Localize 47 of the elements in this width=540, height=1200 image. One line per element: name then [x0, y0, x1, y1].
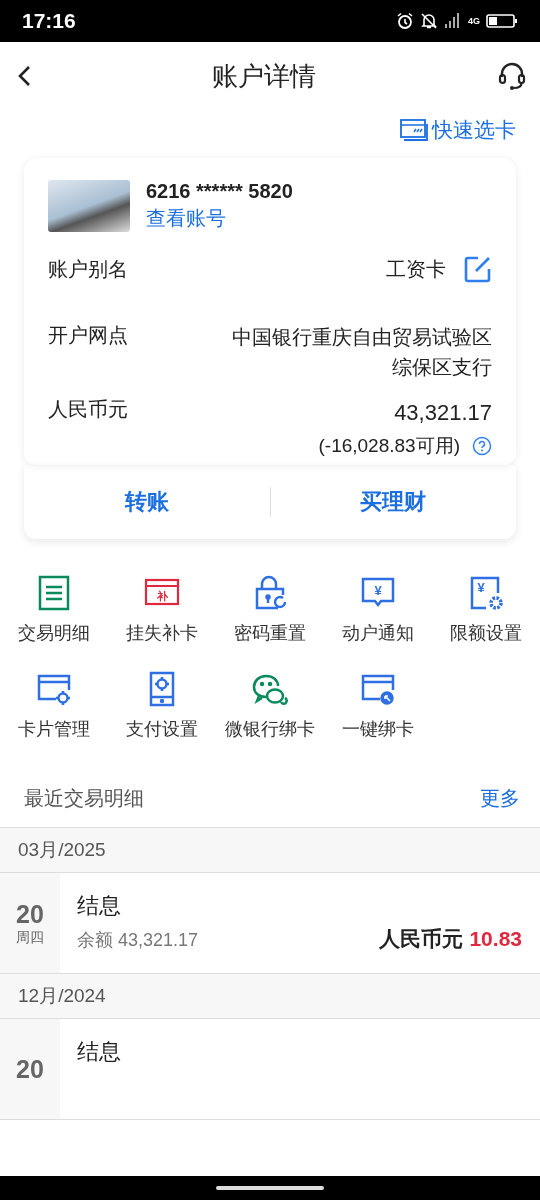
status-time: 17:16 — [22, 9, 76, 33]
currency-label: 人民币元 — [379, 926, 464, 952]
transaction-row[interactable]: 20 结息 — [0, 1019, 540, 1120]
battery-icon — [486, 13, 518, 29]
service-item[interactable]: 支付设置 — [108, 671, 216, 741]
page-title: 账户详情 — [212, 59, 316, 93]
signal-icon — [444, 12, 462, 30]
edit-icon[interactable] — [464, 255, 492, 283]
service-item[interactable]: ¥ 动户通知 — [324, 575, 432, 645]
field-label: 开户网点 — [48, 323, 128, 348]
field-label: 人民币元 — [48, 397, 128, 422]
service-item[interactable]: 密码重置 — [216, 575, 324, 645]
headset-icon[interactable] — [496, 60, 528, 92]
alarm-icon — [396, 12, 414, 30]
field-value: 中国银行重庆自由贸易试验区综保区支行 — [231, 325, 492, 380]
service-item[interactable]: 一键绑卡 — [324, 671, 432, 741]
day-number: 20 — [16, 899, 44, 929]
transaction-amount: 10.83 — [469, 927, 522, 951]
service-item[interactable]: ¥ 限额设置 — [432, 575, 540, 645]
quick-select-link[interactable]: 快速选卡 — [400, 116, 516, 144]
field-value: 43,321.17 — [394, 399, 492, 427]
action-button[interactable]: 转账 — [24, 486, 270, 518]
section-title: 最近交易明细 — [24, 785, 144, 811]
day-number: 20 — [16, 1054, 44, 1084]
field-label: 账户别名 — [48, 256, 128, 282]
card-number: 6216 ****** 5820 — [146, 180, 293, 203]
help-icon[interactable] — [472, 436, 492, 456]
transaction-title: 结息 — [77, 892, 122, 920]
more-link[interactable]: 更多 — [480, 784, 520, 812]
back-icon[interactable] — [16, 64, 32, 88]
view-account-link[interactable]: 查看账号 — [146, 205, 293, 232]
service-item[interactable]: 微银行绑卡 — [216, 671, 324, 741]
available-amount: (-16,028.83可用) — [318, 434, 460, 458]
action-button[interactable]: 买理财 — [270, 486, 516, 518]
weekday-label: 周四 — [16, 928, 44, 947]
transaction-row[interactable]: 20 周四 结息 余额 43,321.17 人民币元 10.83 — [0, 873, 540, 974]
card-icon — [400, 119, 428, 141]
service-item[interactable]: 卡片管理 — [0, 671, 108, 741]
bell-off-icon — [420, 12, 438, 30]
field-value: 工资卡 — [386, 257, 446, 282]
network-label: 4G — [468, 16, 480, 26]
service-item[interactable]: 交易明细 — [0, 575, 108, 645]
month-label: 03月/2025 — [18, 838, 106, 862]
balance-text: 余额 43,321.17 — [77, 929, 200, 952]
service-item[interactable]: 补 挂失补卡 — [108, 575, 216, 645]
month-label: 12月/2024 — [18, 984, 106, 1008]
transaction-title: 结息 — [77, 1038, 122, 1066]
